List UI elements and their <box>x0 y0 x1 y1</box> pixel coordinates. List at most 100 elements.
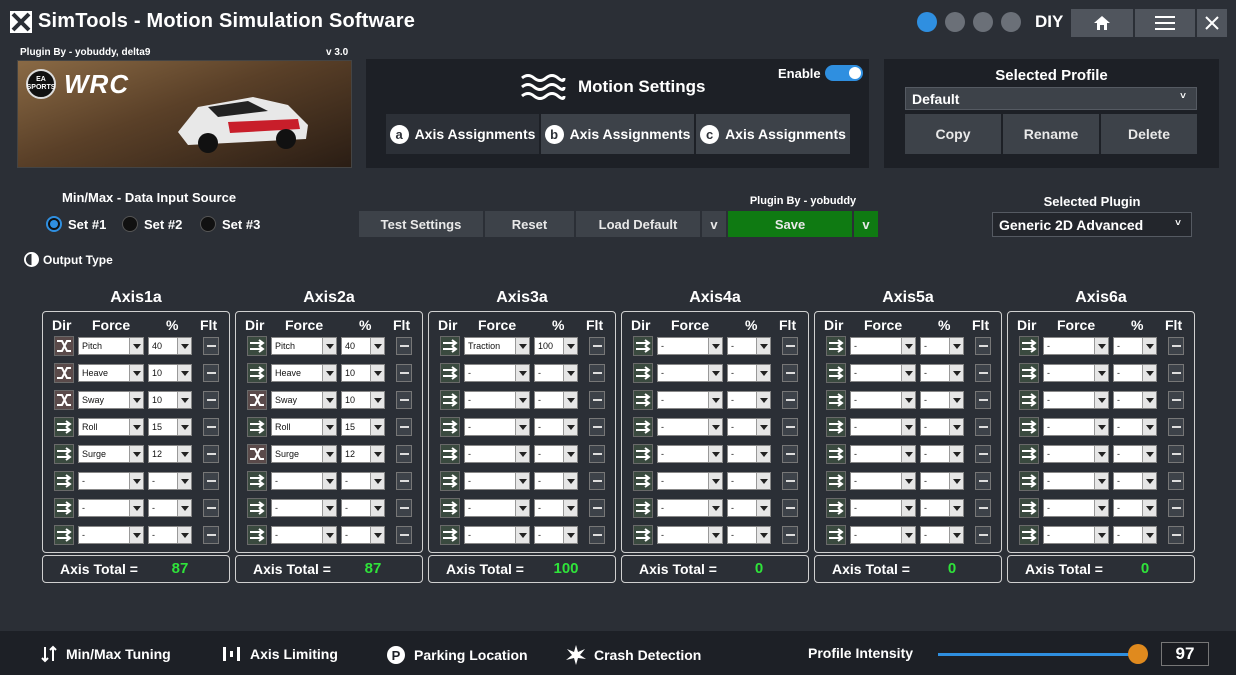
percent-select[interactable]: 12 <box>341 445 385 463</box>
reset-button[interactable]: Reset <box>485 211 574 237</box>
filter-button[interactable] <box>589 418 605 436</box>
direction-normal-button[interactable] <box>1019 390 1039 410</box>
force-select[interactable]: - <box>657 472 723 490</box>
percent-select[interactable]: - <box>727 337 771 355</box>
percent-select[interactable]: - <box>534 445 578 463</box>
direction-normal-button[interactable] <box>633 363 653 383</box>
filter-button[interactable] <box>975 364 991 382</box>
force-select[interactable]: Pitch <box>271 337 337 355</box>
force-select[interactable]: - <box>464 391 530 409</box>
percent-select[interactable]: - <box>920 472 964 490</box>
direction-normal-button[interactable] <box>633 525 653 545</box>
force-select[interactable]: - <box>657 526 723 544</box>
percent-select[interactable]: 10 <box>148 364 192 382</box>
force-select[interactable]: - <box>271 472 337 490</box>
direction-normal-button[interactable] <box>54 417 74 437</box>
percent-select[interactable]: 40 <box>148 337 192 355</box>
direction-normal-button[interactable] <box>826 390 846 410</box>
percent-select[interactable]: - <box>727 499 771 517</box>
filter-button[interactable] <box>203 526 219 544</box>
force-select[interactable]: - <box>464 472 530 490</box>
force-select[interactable]: - <box>271 499 337 517</box>
percent-select[interactable]: - <box>534 472 578 490</box>
filter-button[interactable] <box>975 499 991 517</box>
direction-normal-button[interactable] <box>633 444 653 464</box>
percent-select[interactable]: - <box>148 526 192 544</box>
filter-button[interactable] <box>589 526 605 544</box>
direction-normal-button[interactable] <box>826 444 846 464</box>
filter-button[interactable] <box>203 499 219 517</box>
filter-button[interactable] <box>782 445 798 463</box>
force-select[interactable]: - <box>78 526 144 544</box>
filter-button[interactable] <box>1168 472 1184 490</box>
filter-button[interactable] <box>203 418 219 436</box>
force-select[interactable]: - <box>1043 337 1109 355</box>
force-select[interactable]: - <box>657 364 723 382</box>
force-select[interactable]: - <box>78 472 144 490</box>
filter-button[interactable] <box>1168 445 1184 463</box>
force-select[interactable]: - <box>657 418 723 436</box>
filter-button[interactable] <box>975 472 991 490</box>
force-select[interactable]: Roll <box>78 418 144 436</box>
filter-button[interactable] <box>782 499 798 517</box>
percent-select[interactable]: - <box>1113 472 1157 490</box>
percent-select[interactable]: 12 <box>148 445 192 463</box>
force-select[interactable]: - <box>850 337 916 355</box>
percent-select[interactable]: - <box>1113 445 1157 463</box>
force-select[interactable]: - <box>271 526 337 544</box>
filter-button[interactable] <box>203 445 219 463</box>
force-select[interactable]: Heave <box>78 364 144 382</box>
direction-normal-button[interactable] <box>1019 498 1039 518</box>
tab-axis-assignments-a[interactable]: a Axis Assignments <box>386 114 539 154</box>
delete-profile-button[interactable]: Delete <box>1101 114 1197 154</box>
filter-button[interactable] <box>782 418 798 436</box>
percent-select[interactable]: - <box>727 526 771 544</box>
filter-button[interactable] <box>589 337 605 355</box>
direction-normal-button[interactable] <box>247 525 267 545</box>
percent-select[interactable]: 15 <box>148 418 192 436</box>
filter-button[interactable] <box>782 391 798 409</box>
direction-normal-button[interactable] <box>54 525 74 545</box>
percent-select[interactable]: - <box>727 445 771 463</box>
axis-limiting-button[interactable]: Axis Limiting <box>222 645 338 663</box>
force-select[interactable]: - <box>464 445 530 463</box>
percent-select[interactable]: 40 <box>341 337 385 355</box>
force-select[interactable]: - <box>464 418 530 436</box>
percent-select[interactable]: - <box>1113 418 1157 436</box>
direction-normal-button[interactable] <box>633 390 653 410</box>
intensity-slider-track[interactable] <box>938 653 1134 656</box>
filter-button[interactable] <box>782 364 798 382</box>
force-select[interactable]: Roll <box>271 418 337 436</box>
direction-inverted-button[interactable] <box>247 390 267 410</box>
load-default-button[interactable]: Load Default <box>576 211 700 237</box>
direction-inverted-button[interactable] <box>54 363 74 383</box>
crash-detection-button[interactable]: Crash Detection <box>566 645 701 665</box>
filter-button[interactable] <box>1168 499 1184 517</box>
percent-select[interactable]: - <box>341 499 385 517</box>
filter-button[interactable] <box>203 472 219 490</box>
plugin-select[interactable]: Generic 2D Advanced ˅ <box>992 212 1192 237</box>
save-dropdown[interactable]: v <box>854 211 878 237</box>
force-select[interactable]: - <box>657 391 723 409</box>
percent-select[interactable]: - <box>534 418 578 436</box>
direction-normal-button[interactable] <box>633 417 653 437</box>
force-select[interactable]: Sway <box>271 391 337 409</box>
intensity-slider-handle[interactable] <box>1128 644 1148 664</box>
force-select[interactable]: Pitch <box>78 337 144 355</box>
force-select[interactable]: - <box>850 472 916 490</box>
force-select[interactable]: - <box>850 391 916 409</box>
force-select[interactable]: - <box>1043 418 1109 436</box>
direction-normal-button[interactable] <box>633 498 653 518</box>
direction-normal-button[interactable] <box>440 417 460 437</box>
percent-select[interactable]: - <box>341 472 385 490</box>
filter-button[interactable] <box>396 391 412 409</box>
percent-select[interactable]: - <box>1113 526 1157 544</box>
percent-select[interactable]: - <box>1113 499 1157 517</box>
direction-normal-button[interactable] <box>1019 363 1039 383</box>
direction-normal-button[interactable] <box>1019 336 1039 356</box>
filter-button[interactable] <box>1168 391 1184 409</box>
direction-normal-button[interactable] <box>633 336 653 356</box>
force-select[interactable]: - <box>657 337 723 355</box>
filter-button[interactable] <box>396 418 412 436</box>
min-max-tuning-button[interactable]: Min/Max Tuning <box>40 645 171 663</box>
